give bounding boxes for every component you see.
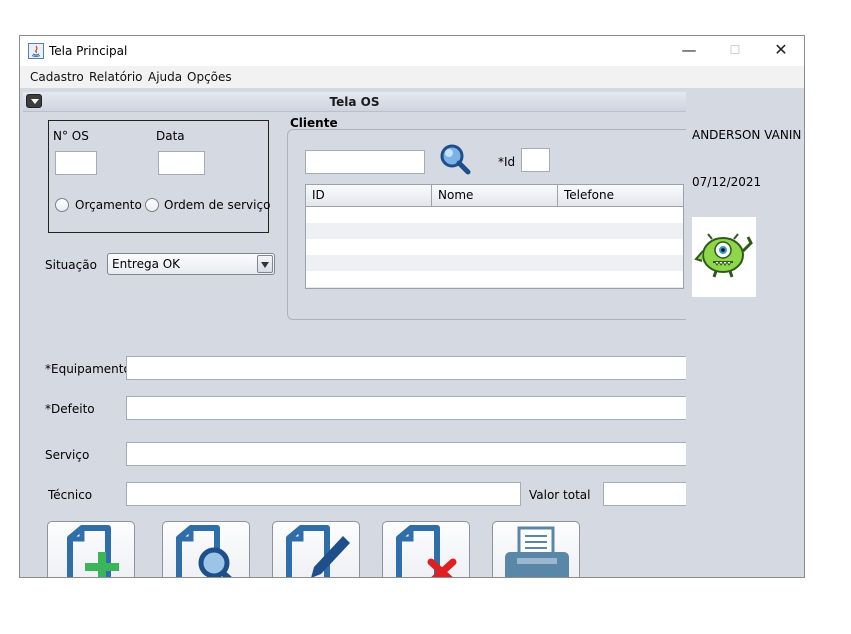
edit-document-icon (286, 525, 350, 577)
client-id-label: *Id (498, 155, 516, 169)
desktop-pane: Tela OS N° OS Data Orçamento Ordem de se… (20, 88, 804, 577)
close-button[interactable]: ✕ (758, 36, 804, 66)
status-selected-value: Entrega OK (112, 257, 181, 271)
service-order-radio[interactable] (145, 198, 159, 212)
date-field[interactable] (158, 151, 205, 175)
minimize-button[interactable]: — (666, 36, 712, 66)
window-title: Tela Principal (49, 44, 128, 58)
user-info-panel: ANDERSON VANIN 07/12/2021 (686, 88, 804, 577)
add-os-button[interactable] (47, 521, 135, 577)
date-label: Data (156, 129, 185, 143)
delete-os-button[interactable] (382, 521, 470, 577)
menu-ajuda[interactable]: Ajuda (148, 70, 182, 84)
maximize-button[interactable]: ☐ (712, 36, 758, 66)
client-table-header: ID Nome Telefone (306, 185, 683, 207)
client-table[interactable]: ID Nome Telefone (305, 184, 684, 289)
column-header-id[interactable]: ID (306, 185, 432, 207)
service-order-radio-label: Ordem de serviço (164, 198, 271, 212)
service-field[interactable] (126, 442, 687, 466)
avatar (692, 217, 756, 297)
search-icon[interactable] (438, 143, 472, 177)
os-number-label: N° OS (53, 129, 89, 143)
status-combobox[interactable]: Entrega OK (107, 253, 275, 275)
technician-field[interactable] (126, 482, 521, 506)
user-name: ANDERSON VANIN (692, 128, 802, 142)
table-row[interactable] (306, 207, 683, 223)
frame-menu-button[interactable] (26, 94, 42, 108)
defect-label: *Defeito (45, 402, 95, 416)
menu-cadastro[interactable]: Cadastro (30, 70, 84, 84)
search-os-button[interactable] (162, 521, 250, 577)
os-panel: N° OS Data Orçamento Ordem de serviço (48, 120, 271, 233)
menu-opcoes[interactable]: Opções (187, 70, 232, 84)
status-label: Situação (45, 258, 97, 272)
table-row[interactable] (306, 239, 683, 255)
column-header-nome[interactable]: Nome (432, 185, 558, 207)
search-document-icon (176, 525, 232, 577)
total-value-field[interactable] (603, 482, 687, 506)
technician-label: Técnico (48, 488, 93, 502)
current-date: 07/12/2021 (692, 175, 762, 189)
client-panel-title: Cliente (290, 116, 338, 130)
column-header-telefone[interactable]: Telefone (558, 185, 683, 207)
internal-frame-title: Tela OS (329, 95, 380, 109)
os-number-field[interactable] (55, 151, 97, 175)
menu-relatorio[interactable]: Relatório (89, 70, 143, 84)
monster-icon (694, 233, 753, 278)
printer-icon (505, 526, 569, 577)
print-os-button[interactable] (492, 521, 580, 577)
delete-document-icon (396, 525, 457, 577)
table-row[interactable] (306, 271, 683, 287)
table-row[interactable] (306, 223, 683, 239)
budget-radio-label: Orçamento (75, 198, 142, 212)
edit-os-button[interactable] (272, 521, 360, 577)
menu-bar: Cadastro Relatório Ajuda Opções (20, 66, 804, 88)
main-window: Tela Principal — ☐ ✕ Cadastro Relatório … (19, 35, 805, 578)
java-app-icon (28, 43, 44, 59)
equipment-label: *Equipamento (45, 362, 131, 376)
equipment-field[interactable] (126, 356, 687, 380)
client-search-input[interactable] (305, 150, 425, 174)
window-titlebar: Tela Principal — ☐ ✕ (20, 36, 804, 66)
budget-radio[interactable] (55, 198, 69, 212)
chevron-down-icon[interactable] (257, 255, 273, 273)
table-row[interactable] (306, 255, 683, 271)
defect-field[interactable] (126, 396, 687, 420)
internal-frame-titlebar: Tela OS (23, 92, 686, 112)
client-id-field[interactable] (521, 148, 550, 172)
add-document-icon (67, 525, 119, 577)
total-value-label: Valor total (529, 488, 591, 502)
service-label: Serviço (45, 448, 90, 462)
